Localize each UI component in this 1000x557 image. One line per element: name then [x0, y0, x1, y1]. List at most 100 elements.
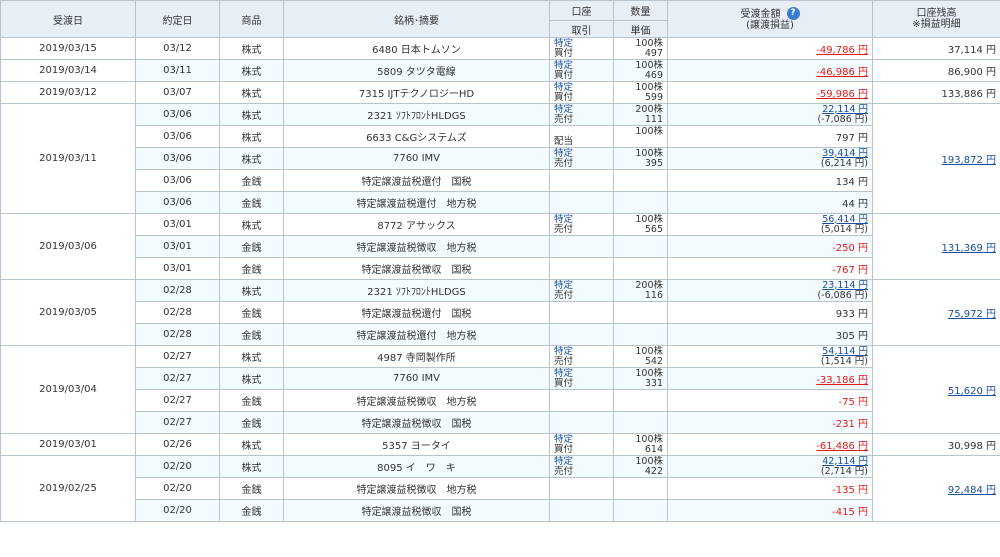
account-trade: ​配当: [549, 125, 614, 148]
description: 特定譲渡益税徴収 国税: [283, 411, 550, 434]
trade-type: 売付: [554, 465, 574, 477]
amount-cell: -231 円: [667, 411, 873, 434]
description: 4987 寺岡製作所: [283, 345, 550, 368]
description: 特定譲渡益税徴収 地方税: [283, 389, 550, 412]
account-balance[interactable]: 131,369 円: [941, 243, 996, 254]
amount-value[interactable]: -46,986 円: [816, 67, 868, 78]
account-balance: 86,900 円: [947, 67, 996, 78]
account-trade: ​​: [549, 257, 614, 280]
account-trade: ​​: [549, 477, 614, 500]
help-icon[interactable]: ?: [786, 7, 800, 20]
trade-date: 02/28: [135, 323, 220, 346]
quantity-price: 100株 599: [613, 81, 668, 104]
unit-price: 469: [644, 69, 663, 81]
account-trade: ​​: [549, 169, 614, 192]
account-balance[interactable]: 75,972 円: [948, 309, 996, 320]
trade-date: 03/06: [135, 169, 220, 192]
quantity: 100株: [635, 81, 663, 93]
account-balance[interactable]: 92,484 円: [948, 485, 996, 496]
unit-price: ​: [615, 489, 664, 499]
unit-price: ​: [615, 203, 664, 213]
header-balance: 口座残高 ※損益明細: [872, 0, 1000, 38]
amount-value: -75 円: [838, 397, 868, 408]
trade-type: ​: [554, 335, 613, 345]
quantity: ​: [615, 303, 664, 313]
amount-value[interactable]: -49,786 円: [816, 45, 868, 56]
table-row: 03/01金銭特定譲渡益税徴収 地方税​​​​-250 円: [1, 235, 1000, 258]
trade-type: 売付: [554, 289, 574, 301]
account-balance: 30,998 円: [947, 441, 996, 452]
amount-cell: -46,986 円: [667, 59, 873, 82]
amount-value[interactable]: -61,486 円: [816, 441, 868, 452]
trade-type: 買付: [554, 91, 574, 103]
header-unit-price: 単価: [613, 20, 668, 38]
trade-type: ​: [554, 511, 613, 521]
balance-cell: 75,972 円: [872, 279, 1000, 346]
description: 6633 C&Gシステムズ: [283, 125, 550, 148]
amount-cell: -59,986 円: [667, 81, 873, 104]
account-trade: ​​: [549, 301, 614, 324]
description: 6480 日本トムソン: [283, 37, 550, 60]
product: 株式: [219, 125, 284, 148]
quantity: 100株: [635, 367, 663, 379]
trade-date: 02/28: [135, 301, 220, 324]
amount-value[interactable]: 23,114 円: [669, 281, 868, 291]
product: 金銭: [219, 323, 284, 346]
unit-price: ​: [615, 247, 664, 257]
amount-cell: 23,114 円 (-6,086 円): [667, 279, 873, 302]
quantity-price: ​​: [613, 191, 668, 214]
amount-cell: -61,486 円: [667, 433, 873, 456]
balance-cell: 131,369 円: [872, 213, 1000, 280]
trade-type: 売付: [554, 355, 574, 367]
settle-date: 2019/03/11: [0, 103, 136, 214]
description: 5357 ヨータイ: [283, 433, 550, 456]
table-row: 2019/03/06 03/01 株式 8772 アサックス 特定 売付 100株 565 56…: [0, 213, 1000, 280]
quantity: ​: [615, 171, 664, 181]
product: 金銭: [219, 301, 284, 324]
amount-cell: 42,114 円 (2,714 円): [667, 455, 873, 478]
account-trade: 特定 売付: [549, 279, 614, 302]
amount-value: 797 円: [835, 133, 868, 144]
table-row: 2019/03/11 03/06 株式 2321 ｿﾌﾄﾌﾛﾝﾄHLDGS 特定 売付 20…: [0, 103, 1000, 214]
quantity: 100株: [635, 345, 663, 357]
quantity-price: 100株 395: [613, 147, 668, 170]
description: 特定譲渡益税還付 地方税: [283, 323, 550, 346]
capital-gain: (-6,086 円): [817, 289, 868, 301]
product: 金銭: [219, 257, 284, 280]
amount-value[interactable]: -33,186 円: [816, 375, 868, 386]
description: 特定譲渡益税徴収 地方税: [283, 477, 550, 500]
trade-date: 03/01: [135, 257, 220, 280]
quantity-price: 100株 331: [613, 367, 668, 390]
trade-type: ​: [554, 489, 613, 499]
amount-cell: -767 円: [667, 257, 873, 280]
account-balance[interactable]: 51,620 円: [948, 386, 996, 397]
account-balance: 37,114 円: [947, 45, 996, 56]
quantity: 100株: [635, 147, 663, 159]
description: 2321 ｿﾌﾄﾌﾛﾝﾄHLDGS: [283, 103, 550, 126]
table-row: 03/06金銭特定譲渡益税還付 国税​​​​134 円: [1, 169, 1000, 192]
header-balance-sub: ※損益明細: [912, 19, 961, 30]
unit-price: ​: [615, 401, 664, 411]
account-balance[interactable]: 193,872 円: [941, 155, 996, 166]
amount-value[interactable]: -59,986 円: [816, 89, 868, 100]
account-type: ​: [554, 413, 613, 423]
quantity-price: 100株 542: [613, 345, 668, 368]
trade-date: 03/06: [135, 103, 220, 126]
amount-value[interactable]: 39,414 円: [669, 149, 868, 159]
table-row: 03/06金銭特定譲渡益税還付 地方税​​​​44 円: [1, 191, 1000, 214]
amount-value[interactable]: 56,414 円: [669, 215, 868, 225]
quantity-price: ​​: [613, 301, 668, 324]
quantity: 100株: [635, 125, 663, 137]
product: 株式: [219, 367, 284, 390]
quantity-price: 200株 111: [613, 103, 668, 126]
unit-price: 497: [644, 47, 663, 59]
amount-value[interactable]: 54,114 円: [669, 347, 868, 357]
product: 株式: [219, 455, 284, 478]
amount-value: -415 円: [832, 507, 868, 518]
capital-gain: (2,714 円): [820, 465, 868, 477]
amount-value[interactable]: 22,114 円: [669, 105, 868, 115]
amount-cell: 22,114 円 (-7,086 円): [667, 103, 873, 126]
trade-date: 02/20: [135, 455, 220, 478]
account-trade: 特定 売付: [549, 103, 614, 126]
amount-value[interactable]: 42,114 円: [669, 457, 868, 467]
